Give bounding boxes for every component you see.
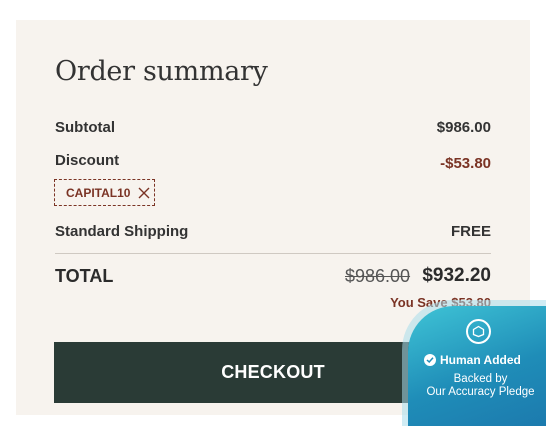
badge-line-2: Our Accuracy Pledge	[426, 386, 535, 398]
badge-title-text: Human Added	[440, 353, 521, 367]
coupon-code: CAPITAL10	[66, 185, 131, 200]
close-icon[interactable]	[138, 187, 150, 199]
badge-line-1: Backed by	[453, 373, 508, 385]
discount-label: Discount	[55, 152, 120, 169]
total-final-price: $932.20	[422, 265, 491, 286]
subtotal-value: $986.00	[436, 119, 491, 136]
discount-value: -$53.80	[440, 155, 491, 172]
accuracy-pledge-badge[interactable]: Human Added Backed by Our Accuracy Pledg…	[408, 306, 546, 426]
check-circle-icon	[424, 354, 436, 366]
shipping-value: FREE	[450, 223, 491, 240]
divider	[55, 253, 491, 254]
coupon-tag: CAPITAL10	[54, 179, 155, 206]
shipping-label: Standard Shipping	[55, 223, 189, 240]
total-label: TOTAL	[55, 266, 114, 286]
subtotal-label: Subtotal	[55, 119, 115, 136]
pledge-icon	[466, 319, 491, 344]
badge-subtitle: Backed by Our Accuracy Pledge	[408, 373, 546, 399]
page-title: Order summary	[55, 56, 268, 87]
total-original-price: $986.00	[345, 266, 411, 286]
badge-title: Human Added	[424, 353, 521, 367]
